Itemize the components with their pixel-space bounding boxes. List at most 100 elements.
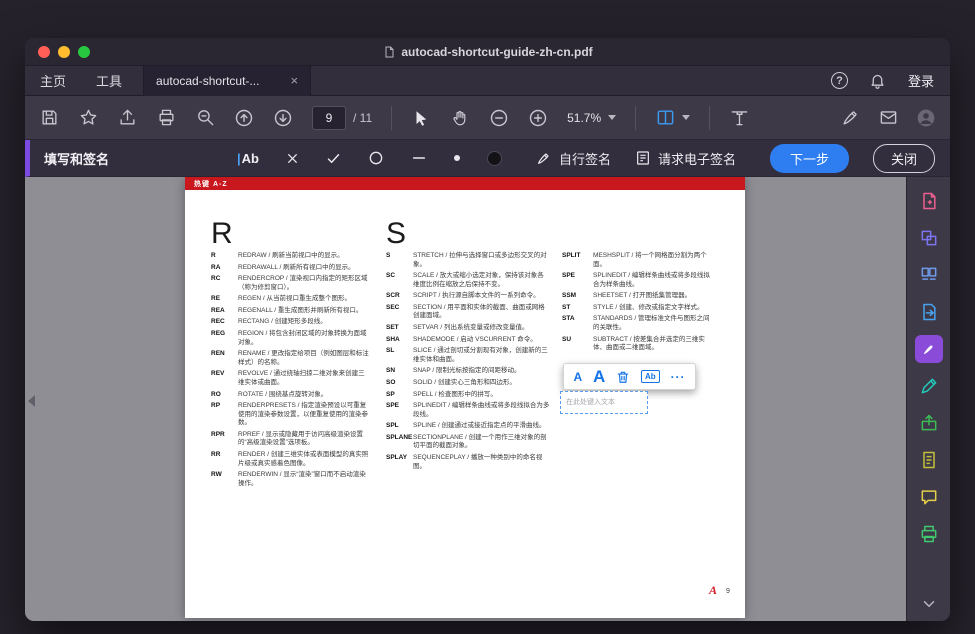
email-envelope-icon[interactable]: [878, 108, 898, 128]
fill-sign-buttons: 下一步 关闭: [770, 144, 935, 173]
ab-label: Ab: [242, 151, 259, 166]
close-fill-sign-button[interactable]: 关闭: [873, 144, 935, 173]
shortcut-entry: SCRSCRIPT / 执行源自脚本文件的一系列命令。: [386, 292, 550, 301]
text-style-ab-button[interactable]: Ab: [641, 370, 660, 383]
page-number-box: / 11: [312, 106, 372, 130]
add-note-icon[interactable]: [915, 187, 943, 215]
delete-trash-icon[interactable]: [616, 370, 630, 384]
shortcut-entry: SCSCALE / 放大或缩小选定对象，保持该对象各维度比例在缩放之后保持不变。: [386, 272, 550, 289]
notifications-bell-icon[interactable]: [868, 71, 888, 91]
filled-circle-tool[interactable]: [487, 151, 502, 166]
close-window-button[interactable]: [38, 46, 50, 58]
shortcut-column-s: S SSTRETCH / 拉伸与选择窗口或多边形交叉的对象。SCSCALE / …: [386, 219, 550, 474]
fill-sign-tool-icon[interactable]: [915, 335, 943, 363]
sign-yourself-button[interactable]: 自行签名: [536, 149, 611, 168]
fill-sign-title: 填写和签名: [44, 149, 109, 168]
zoom-window-button[interactable]: [78, 46, 90, 58]
zoom-out-icon[interactable]: [489, 108, 509, 128]
circle-tool[interactable]: [368, 150, 384, 166]
shortcut-description: REDRAWALL / 刷新所有视口中的显示。: [238, 264, 371, 273]
minimize-window-button[interactable]: [58, 46, 70, 58]
tab-document[interactable]: autocad-shortcut-... ×: [143, 66, 311, 96]
shortcut-code: ST: [562, 304, 593, 313]
shortcut-description: STRETCH / 拉伸与选择窗口或多边形交叉的对象。: [413, 252, 550, 269]
print-icon[interactable]: [156, 108, 176, 128]
page-display-dropdown[interactable]: [655, 108, 690, 128]
star-bookmark-icon[interactable]: [78, 108, 98, 128]
compress-pdf-icon[interactable]: [915, 446, 943, 474]
checkmark-tool[interactable]: [326, 151, 341, 166]
increase-text-size-button[interactable]: A: [593, 367, 605, 387]
edit-pdf-icon[interactable]: [915, 372, 943, 400]
select-cursor-icon[interactable]: [411, 108, 431, 128]
shortcut-code: SO: [386, 379, 413, 388]
x-mark-tool[interactable]: [286, 152, 299, 165]
print-production-icon[interactable]: [915, 520, 943, 548]
search-zoom-icon[interactable]: [195, 108, 215, 128]
shortcut-code: RA: [211, 264, 238, 273]
shortcut-description: SECTION / 用平面和实体的截面、曲面或网格创建面域。: [413, 304, 550, 321]
panel-toggle-handle[interactable]: [25, 385, 37, 417]
shortcut-code: SU: [562, 336, 593, 353]
request-esign-label: 请求电子签名: [658, 149, 736, 168]
shortcut-entry: RWRENDERWIN / 显示“渲染”窗口而不启动渲染操作。: [211, 471, 371, 488]
document-viewer[interactable]: 热键 A-Z R RREDRAW / 刷新当前视口中的显示。RAREDRAWAL…: [25, 177, 906, 621]
shortcut-code: REN: [211, 350, 238, 367]
account-avatar-icon[interactable]: [916, 108, 936, 128]
sign-in-link[interactable]: 登录: [908, 71, 934, 90]
shortcut-entry: REREGEN / 从当前视口重生成整个图形。: [211, 295, 371, 304]
shortcut-entry: REAREGENALL / 重生成图形并刷新所有视口。: [211, 307, 371, 316]
shortcut-code: SPL: [386, 422, 413, 431]
zoom-level-dropdown[interactable]: 51.7%: [567, 111, 616, 125]
sign-yourself-label: 自行签名: [559, 149, 611, 168]
help-icon[interactable]: ?: [831, 72, 848, 89]
shortcut-column-r: R RREDRAW / 刷新当前视口中的显示。RAREDRAWALL / 刷新所…: [211, 219, 371, 491]
export-pdf-icon[interactable]: [915, 298, 943, 326]
title-bar: autocad-shortcut-guide-zh-cn.pdf: [25, 38, 950, 66]
sidebar-scroll-down-icon[interactable]: [920, 595, 938, 613]
shortcut-code: RW: [211, 471, 238, 488]
page-number-input[interactable]: [312, 106, 346, 130]
shortcut-code: SHA: [386, 336, 413, 345]
shortcut-description: RPREF / 显示或隐藏用于访问高级渲染设置的“高级渲染设置”选项板。: [238, 431, 371, 448]
shortcut-description: RECTANG / 创建矩形多段线。: [238, 318, 371, 327]
hand-pan-icon[interactable]: [450, 108, 470, 128]
organize-pages-icon[interactable]: [915, 261, 943, 289]
more-options-button[interactable]: ···: [671, 370, 686, 384]
line-tool[interactable]: [411, 150, 427, 166]
zoom-in-icon[interactable]: [528, 108, 548, 128]
shortcut-description: MESHSPLIT / 将一个网格面分割为两个面。: [593, 252, 714, 269]
inline-text-input[interactable]: [560, 391, 648, 414]
pdf-document-icon: [382, 45, 395, 58]
decrease-text-size-button[interactable]: A: [573, 370, 582, 384]
shortcut-code: SC: [386, 272, 413, 289]
add-text-tool[interactable]: |Ab: [237, 151, 259, 166]
share-for-signature-icon[interactable]: [915, 409, 943, 437]
previous-page-icon[interactable]: [234, 108, 254, 128]
shortcut-description: ROTATE / 围绕基点旋转对象。: [238, 391, 371, 400]
dot-tool[interactable]: [454, 155, 460, 161]
request-esign-button[interactable]: 请求电子签名: [635, 149, 736, 168]
next-step-button[interactable]: 下一步: [770, 144, 849, 173]
tab-home[interactable]: 主页: [25, 66, 81, 96]
tab-tools[interactable]: 工具: [81, 66, 137, 96]
shortcut-entry: SSMSHEETSET / 打开图纸集管理器。: [562, 292, 714, 301]
toolbar-divider: [709, 106, 710, 130]
shortcut-code: RE: [211, 295, 238, 304]
next-page-icon[interactable]: [273, 108, 293, 128]
shortcut-code: STA: [562, 315, 593, 332]
shortcut-entry: SHASHADEMODE / 启动 VSCURRENT 命令。: [386, 336, 550, 345]
comment-bubble-icon[interactable]: [915, 483, 943, 511]
measure-tsquare-icon[interactable]: [729, 108, 749, 128]
shortcut-code: SP: [386, 391, 413, 400]
save-icon[interactable]: [39, 108, 59, 128]
shortcut-description: RENAME / 更改指定给项目（例如图层和标注样式）的名称。: [238, 350, 371, 367]
traffic-lights: [38, 46, 90, 58]
cloud-upload-icon[interactable]: [117, 108, 137, 128]
shortcut-code: RR: [211, 451, 238, 468]
shortcut-code: RC: [211, 275, 238, 292]
shortcut-code: RP: [211, 402, 238, 428]
tab-close-icon[interactable]: ×: [290, 73, 298, 88]
combine-files-icon[interactable]: [915, 224, 943, 252]
pen-signature-icon[interactable]: [840, 108, 860, 128]
